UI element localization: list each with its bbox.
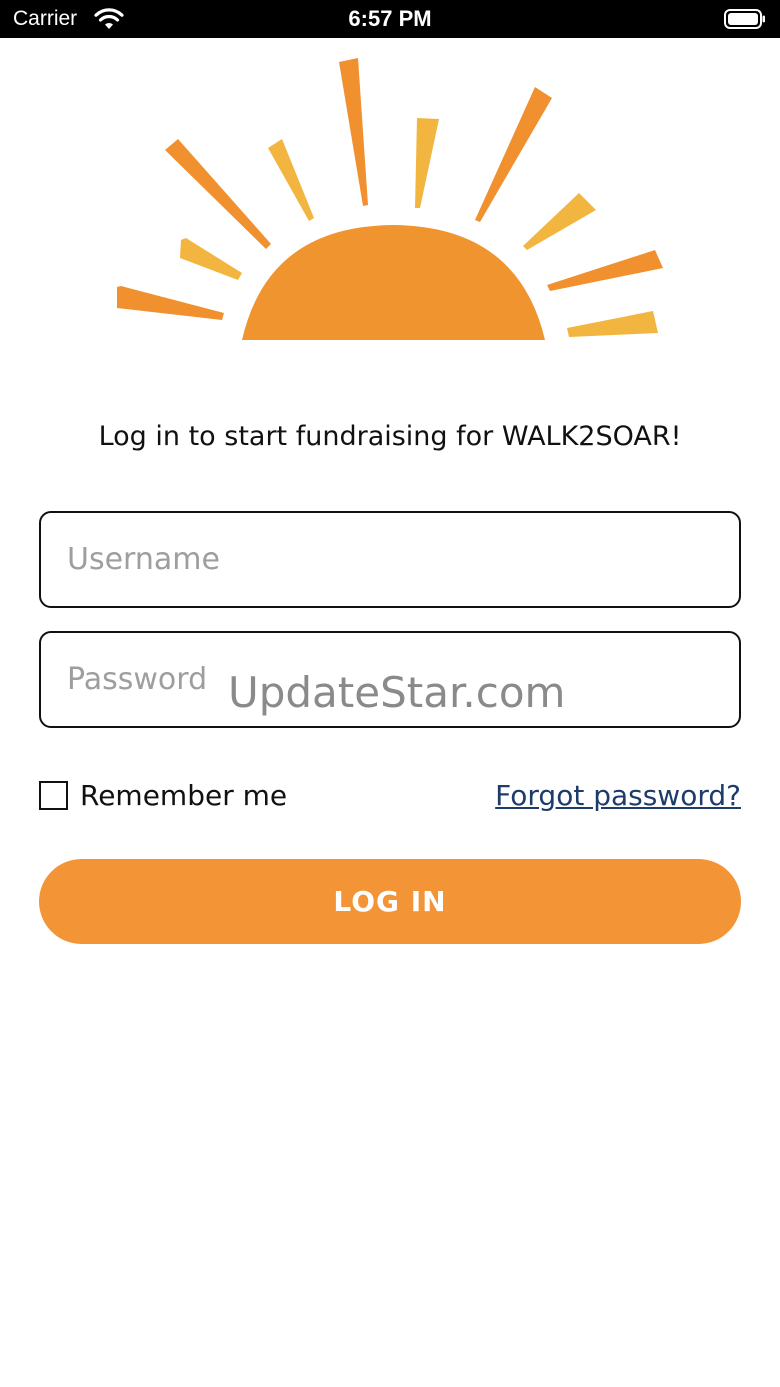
username-input[interactable] <box>41 513 739 606</box>
remember-me-checkbox[interactable] <box>39 781 68 810</box>
password-input[interactable] <box>41 633 739 726</box>
forgot-password-link[interactable]: Forgot password? <box>495 779 741 812</box>
clock: 6:57 PM <box>348 6 432 31</box>
tagline: Log in to start fundraising for WALK2SOA… <box>98 421 682 452</box>
battery-icon <box>724 9 765 29</box>
remember-me-label[interactable]: Remember me <box>80 779 287 812</box>
status-bar: Carrier 6:57 PM <box>0 0 780 38</box>
password-field-container <box>39 631 741 728</box>
login-button[interactable]: LOG IN <box>39 859 741 944</box>
sunrise-logo <box>117 58 663 340</box>
remember-row: Remember me Forgot password? <box>39 779 741 816</box>
username-field-container <box>39 511 741 608</box>
